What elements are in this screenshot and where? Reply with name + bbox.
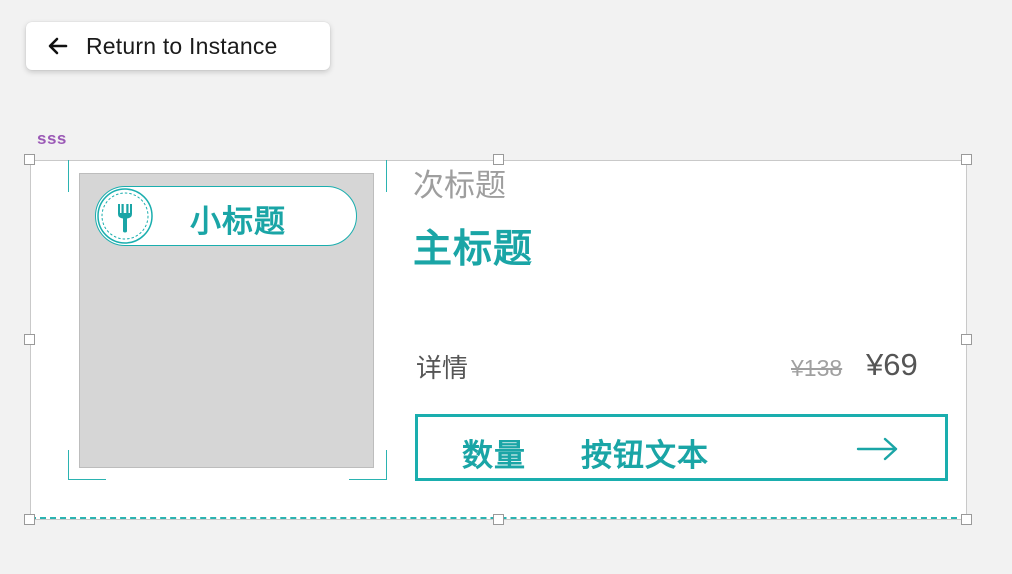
original-price: ¥138 (791, 355, 843, 381)
quantity-label: 数量 (462, 438, 526, 474)
component-name-label[interactable]: sss (37, 129, 67, 149)
fork-icon (97, 188, 153, 244)
subtitle: 次标题 (413, 168, 506, 204)
resize-handle-middle-left[interactable] (24, 334, 35, 345)
resize-handle-bottom-right[interactable] (961, 514, 972, 525)
resize-handle-middle-right[interactable] (961, 334, 972, 345)
arrow-left-icon (48, 37, 68, 55)
resize-handle-top-left[interactable] (24, 154, 35, 165)
action-button-label: 按钮文本 (581, 438, 709, 474)
details-label: 详情 (416, 354, 469, 384)
return-to-instance-button[interactable]: Return to Instance (26, 22, 330, 70)
resize-handle-top-right[interactable] (961, 154, 972, 165)
main-title: 主标题 (413, 227, 534, 272)
resize-handle-bottom-center[interactable] (493, 514, 504, 525)
current-price: ¥69 (866, 347, 918, 382)
resize-handle-bottom-left[interactable] (24, 514, 35, 525)
arrow-right-icon (856, 437, 898, 461)
tag-label: 小标题 (190, 204, 286, 240)
return-button-label: Return to Instance (86, 32, 278, 59)
